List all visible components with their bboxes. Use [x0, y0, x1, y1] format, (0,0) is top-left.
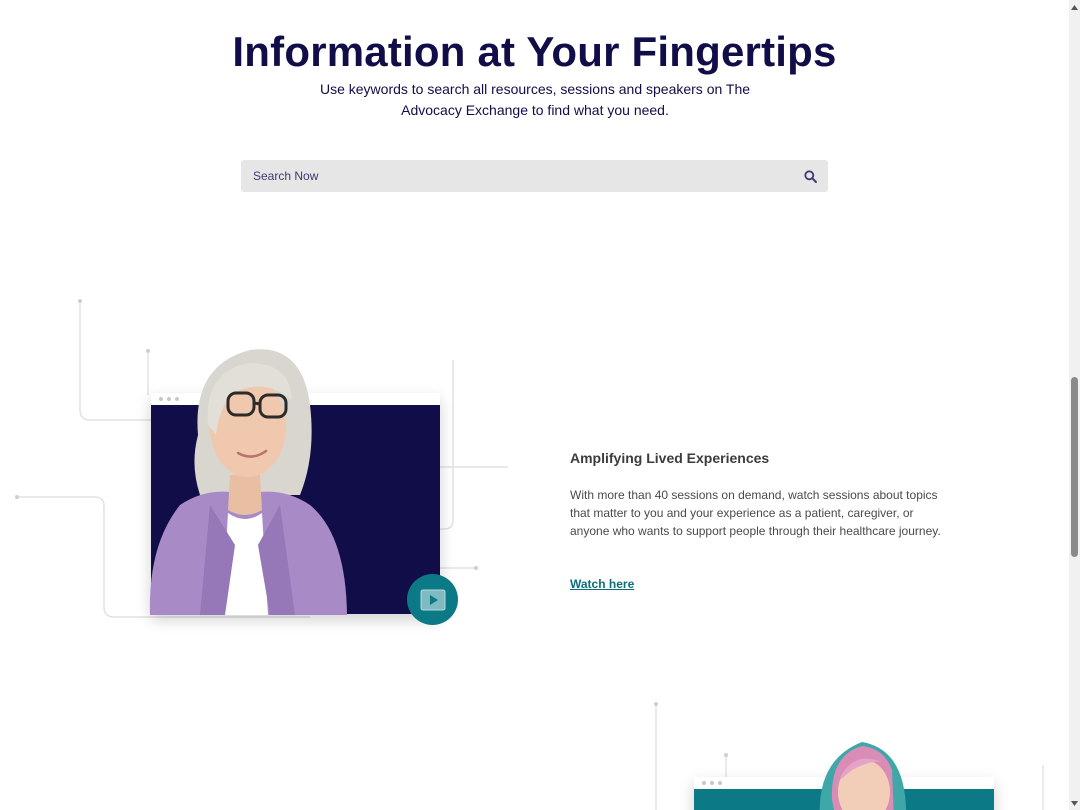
page-subtitle: Use keywords to search all resources, se…: [319, 81, 751, 118]
watch-here-link[interactable]: Watch here: [570, 577, 634, 591]
window-dot: [710, 781, 714, 785]
play-button[interactable]: [407, 574, 458, 625]
search-icon[interactable]: [798, 164, 822, 188]
page: Information at Your Fingertips Use keywo…: [0, 0, 1069, 810]
feature-description: With more than 40 sessions on demand, wa…: [570, 488, 941, 538]
search-input[interactable]: [241, 160, 781, 192]
scrollbar[interactable]: [1069, 0, 1080, 810]
window-dot: [702, 781, 706, 785]
search-bar: [241, 160, 828, 192]
play-icon: [420, 589, 445, 610]
speaker-portrait: [149, 349, 347, 615]
scroll-down-icon[interactable]: [1069, 796, 1080, 810]
window-dot: [718, 781, 722, 785]
feature-title: Amplifying Lived Experiences: [570, 450, 770, 466]
scrollbar-thumb[interactable]: [1071, 377, 1078, 557]
speaker-portrait: [819, 742, 906, 810]
scroll-up-icon[interactable]: [1069, 0, 1080, 14]
page-title: Information at Your Fingertips: [232, 28, 837, 75]
